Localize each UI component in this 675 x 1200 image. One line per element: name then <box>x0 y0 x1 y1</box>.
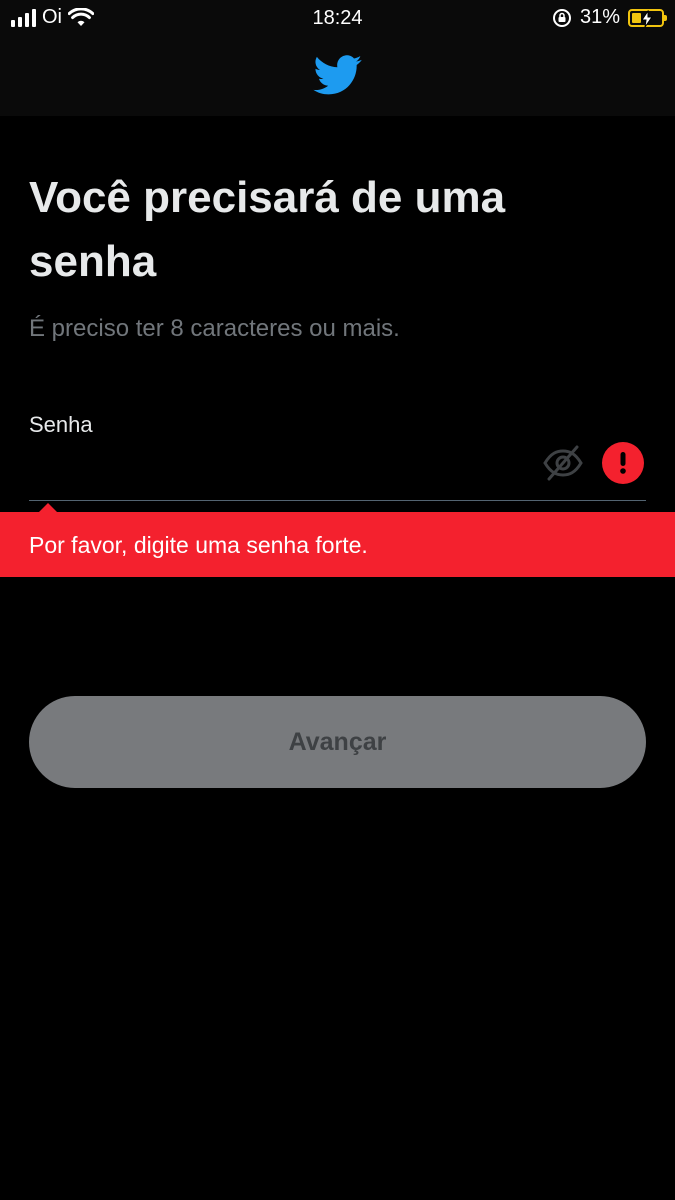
twitter-bird-icon <box>313 55 362 95</box>
show-password-toggle[interactable] <box>541 441 585 485</box>
error-banner: Por favor, digite uma senha forte. <box>0 512 675 577</box>
app-header <box>0 38 675 116</box>
eye-off-icon <box>543 445 583 481</box>
page-subtitle: É preciso ter 8 caracteres ou mais. <box>29 315 400 342</box>
error-message: Por favor, digite uma senha forte. <box>29 532 368 558</box>
status-bar: Oi 18:24 31% <box>0 0 675 38</box>
battery-charging-icon <box>628 8 667 27</box>
next-button[interactable]: Avançar <box>29 696 646 788</box>
status-right: 31% <box>552 6 667 29</box>
exclamation-icon <box>602 442 644 484</box>
rotation-lock-icon <box>552 8 571 27</box>
password-label: Senha <box>29 412 93 437</box>
password-input[interactable] <box>29 446 529 486</box>
page-title: Você precisará de uma senha <box>29 173 506 286</box>
battery-percent: 31% <box>579 6 620 28</box>
input-underline <box>29 500 646 501</box>
